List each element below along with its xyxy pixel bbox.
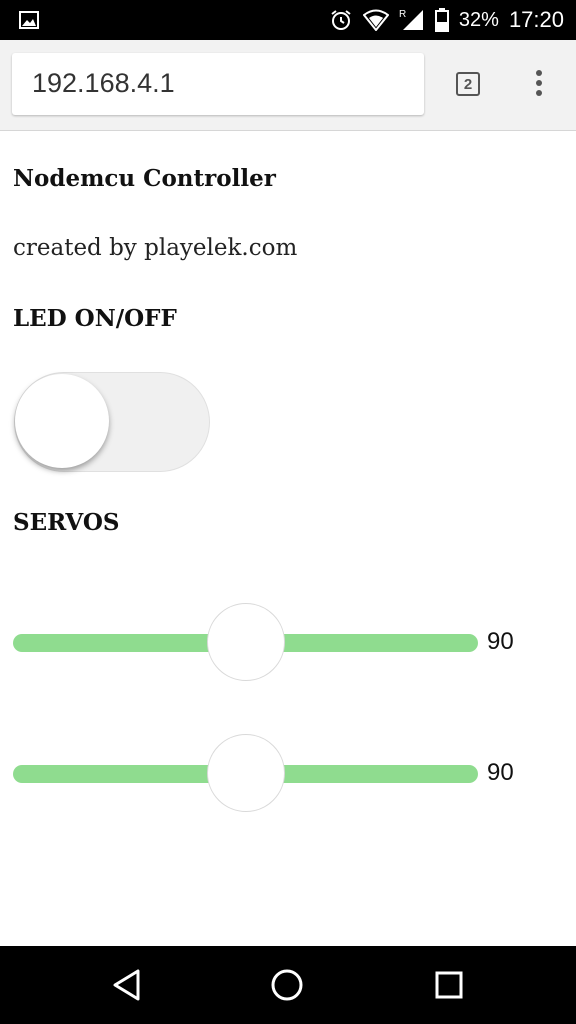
url-text[interactable]: 192.168.4.1: [32, 68, 175, 99]
battery-percent: 32%: [458, 8, 499, 31]
back-icon[interactable]: [112, 968, 142, 1002]
servos-label: SERVOS: [13, 509, 120, 536]
servo-2-thumb[interactable]: [206, 734, 285, 812]
servo-2-value: 90: [487, 759, 514, 786]
led-toggle-knob[interactable]: [15, 374, 109, 468]
led-toggle[interactable]: [14, 372, 210, 472]
image-icon: [19, 11, 39, 29]
alarm-icon: [331, 10, 351, 30]
battery-icon: [434, 8, 449, 32]
recents-icon[interactable]: [434, 970, 464, 1000]
home-icon[interactable]: [270, 968, 304, 1002]
address-bar[interactable]: 192.168.4.1: [12, 53, 424, 115]
tab-switcher-button[interactable]: 2: [456, 72, 480, 96]
servo-1-thumb[interactable]: [206, 603, 285, 681]
servo-2-slider[interactable]: 90: [13, 734, 533, 814]
servo-1-value: 90: [487, 628, 514, 655]
credit-text: created by playelek.com: [13, 235, 298, 261]
wifi-icon: [362, 9, 389, 31]
browser-toolbar: 192.168.4.1 2: [0, 40, 576, 131]
status-bar: R 32% 17:20: [0, 0, 576, 40]
navigation-bar: [0, 946, 576, 1024]
page-content: Nodemcu Controller created by playelek.c…: [0, 131, 576, 946]
clock: 17:20: [508, 7, 564, 32]
more-vert-icon[interactable]: [532, 70, 546, 100]
servo-1-slider[interactable]: 90: [13, 603, 533, 683]
svg-text:R: R: [399, 9, 406, 20]
page-title: Nodemcu Controller: [13, 165, 276, 192]
led-label: LED ON/OFF: [13, 305, 177, 332]
signal-icon: R: [399, 9, 423, 30]
